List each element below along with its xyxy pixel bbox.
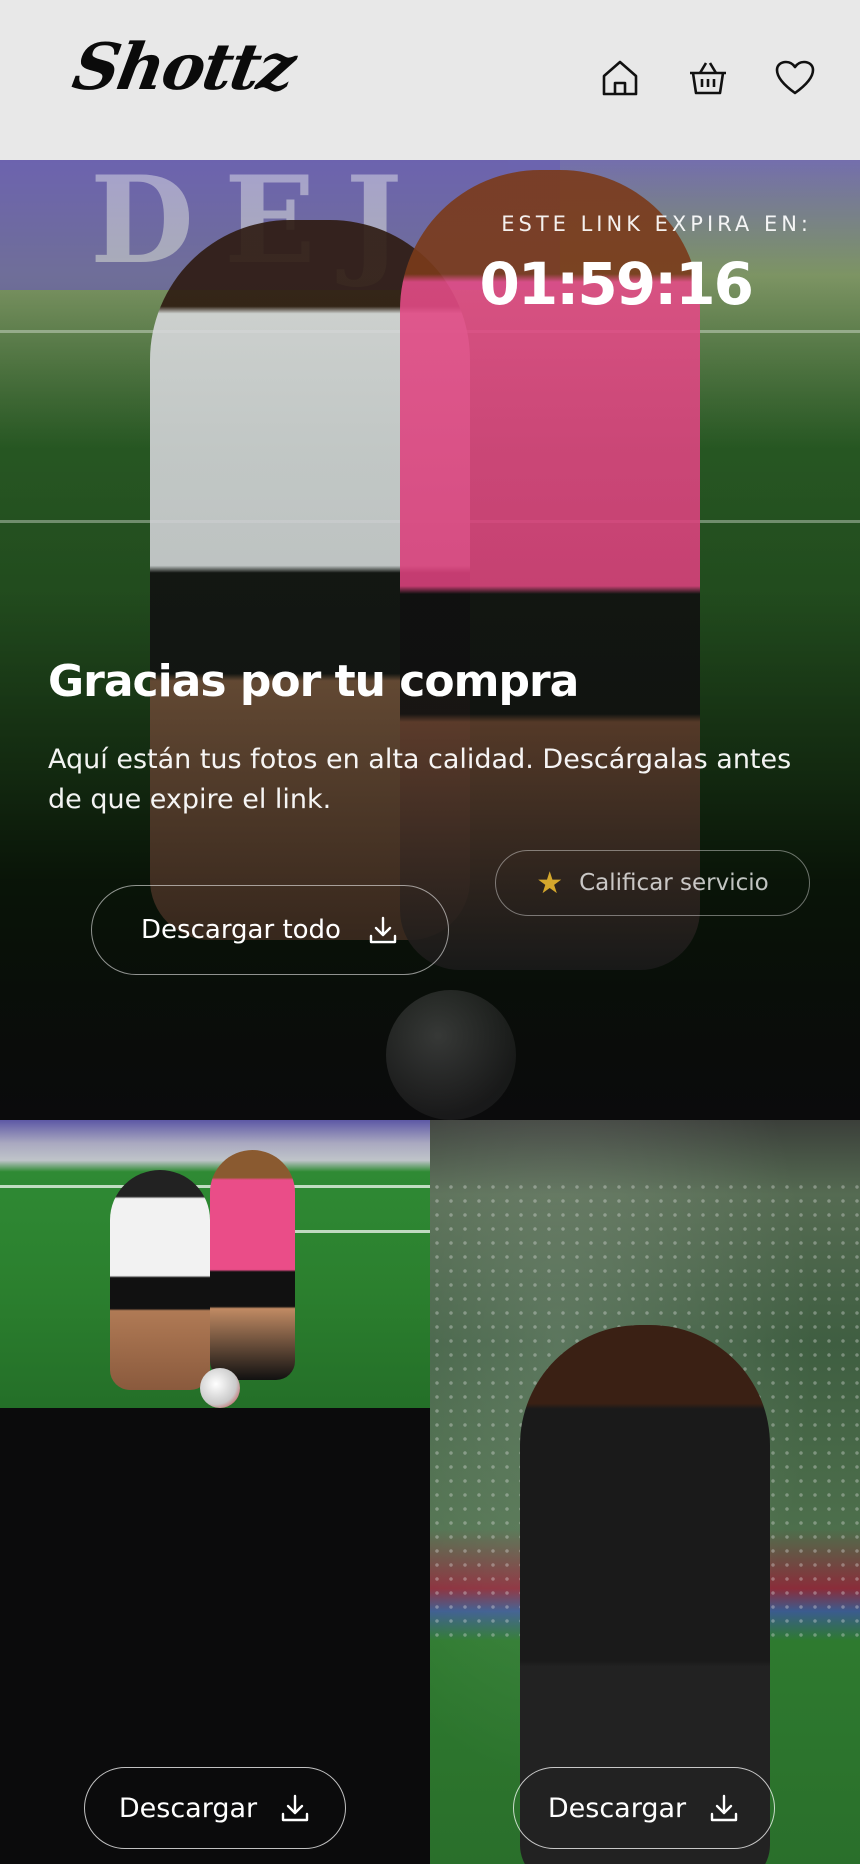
download-photo-button[interactable]: Descargar bbox=[513, 1767, 775, 1849]
download-icon bbox=[369, 916, 397, 944]
basket-icon[interactable] bbox=[686, 56, 730, 100]
player-white-shirt bbox=[110, 1170, 210, 1390]
download-label: Descargar bbox=[118, 1792, 258, 1824]
page-title: Gracias por tu compra bbox=[48, 656, 579, 707]
player-pink-shirt bbox=[210, 1150, 295, 1380]
rate-service-button[interactable]: ★ Calificar servicio bbox=[495, 850, 810, 916]
gallery-photo[interactable] bbox=[430, 1120, 860, 1864]
soccer-ball bbox=[200, 1368, 240, 1408]
soccer-ball bbox=[386, 990, 516, 1120]
logo[interactable]: Shottz bbox=[67, 30, 299, 105]
download-all-label: Descargar todo bbox=[141, 915, 341, 945]
download-all-button[interactable]: Descargar todo bbox=[91, 885, 449, 975]
heart-icon[interactable] bbox=[773, 56, 817, 100]
expire-label: ESTE LINK EXPIRA EN: bbox=[501, 212, 812, 236]
home-icon[interactable] bbox=[598, 56, 642, 100]
download-icon bbox=[281, 1794, 309, 1822]
app-header: Shottz bbox=[0, 0, 860, 160]
download-icon bbox=[710, 1794, 738, 1822]
star-icon: ★ bbox=[536, 865, 564, 901]
download-label: Descargar bbox=[547, 1792, 687, 1824]
rate-service-label: Calificar servicio bbox=[579, 870, 769, 896]
download-photo-button[interactable]: Descargar bbox=[84, 1767, 346, 1849]
page-subtitle: Aquí están tus fotos en alta calidad. De… bbox=[48, 744, 792, 815]
countdown-timer: 01:59:16 bbox=[479, 250, 754, 318]
gallery-photo[interactable] bbox=[0, 1120, 430, 1408]
